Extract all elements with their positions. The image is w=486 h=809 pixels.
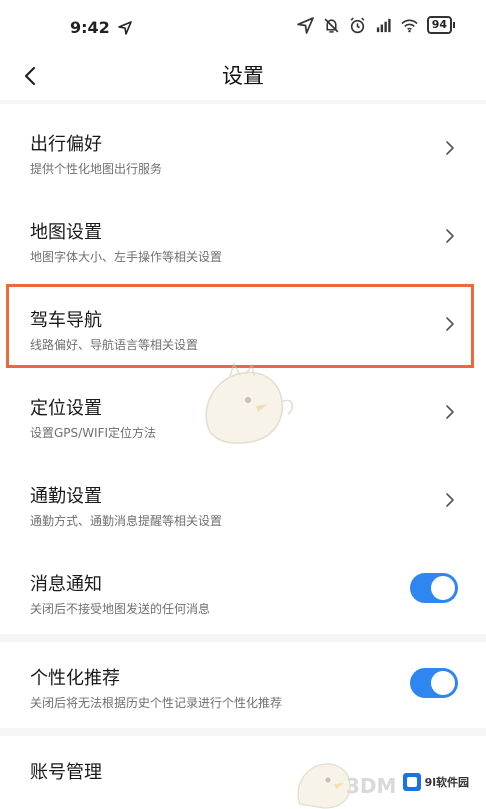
chevron-right-icon: [446, 493, 454, 507]
row-title: 定位设置: [30, 398, 102, 419]
brand-watermark: 9l软件园: [397, 770, 474, 794]
page-title: 设置: [222, 64, 264, 88]
toggle-knob: [431, 576, 455, 600]
settings-row-message-notification: 消息通知 关闭后不接受地图发送的任何消息: [0, 544, 486, 632]
chevron-right-icon: [446, 405, 454, 419]
settings-group-personalization: 个性化推荐 关闭后将无法根据历史个性记录进行个性化推荐: [0, 642, 486, 728]
status-icons: 94: [296, 16, 456, 34]
wifi-icon: [401, 19, 418, 32]
settings-row-personalized-recommendation: 个性化推荐 关闭后将无法根据历史个性记录进行个性化推荐: [0, 642, 486, 728]
row-title: 个性化推荐: [30, 668, 120, 689]
personalized-recommendation-toggle[interactable]: [410, 668, 458, 698]
row-subtitle: 通勤方式、通勤消息提醒等相关设置: [30, 514, 223, 528]
message-notification-toggle[interactable]: [410, 573, 458, 603]
row-title: 消息通知: [30, 574, 102, 595]
row-subtitle: 关闭后不接受地图发送的任何消息: [30, 602, 211, 616]
chevron-right-icon: [446, 141, 454, 155]
row-subtitle: 关闭后将无法根据历史个性记录进行个性化推荐: [30, 696, 283, 710]
settings-row-map-settings[interactable]: 地图设置 地图字体大小、左手操作等相关设置: [0, 192, 486, 280]
battery-icon: 94: [426, 16, 456, 34]
alarm-icon: [350, 16, 365, 33]
row-title: 通勤设置: [30, 486, 102, 507]
status-bar: 9:42 94: [0, 0, 486, 52]
settings-row-commute-settings[interactable]: 通勤设置 通勤方式、通勤消息提醒等相关设置: [0, 456, 486, 544]
time-label: 9:42: [70, 18, 110, 37]
status-time: 9:42: [70, 18, 132, 37]
row-subtitle: 地图字体大小、左手操作等相关设置: [30, 250, 223, 264]
row-subtitle: 设置GPS/WIFI定位方法: [30, 426, 157, 440]
mascot-watermark-icon: [205, 362, 293, 444]
chevron-right-icon: [446, 229, 454, 243]
location-arrow-icon: [296, 16, 314, 34]
row-title: 账号管理: [30, 762, 102, 783]
brand-logo-icon: [402, 773, 421, 791]
location-arrow-icon: [117, 20, 132, 35]
settings-row-travel-preference[interactable]: 出行偏好 提供个性化地图出行服务: [0, 104, 486, 192]
row-subtitle: 提供个性化地图出行服务: [30, 162, 163, 176]
hd-signal-icon: [376, 18, 391, 32]
alarm-off-icon: [324, 18, 339, 33]
page-header: 设置: [0, 52, 486, 100]
brand-text: 9l软件园: [424, 776, 469, 789]
watermark-3dm: 3DM: [346, 774, 397, 798]
toggle-knob: [431, 671, 455, 695]
row-title: 出行偏好: [30, 134, 102, 155]
highlight-frame: [6, 284, 474, 368]
row-title: 地图设置: [30, 222, 102, 243]
